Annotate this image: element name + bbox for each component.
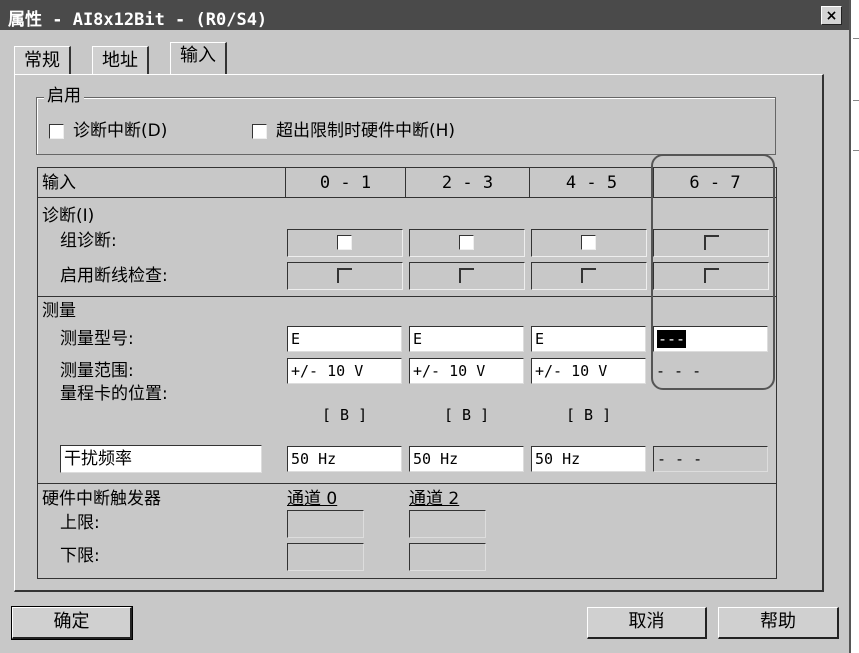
diag-interrupt-checkbox[interactable] [49, 124, 64, 139]
diagnostics-title: 诊断(I) [42, 206, 95, 226]
selected-text: --- [657, 330, 687, 348]
trigger-channel-2-label: 通道 2 [409, 489, 460, 509]
wire-break-label: 启用断线检查: [60, 266, 168, 286]
measurement-type-field-2-3[interactable]: E [409, 326, 524, 352]
interference-frequency-label-box: 干扰频率 [60, 445, 262, 473]
table-header-input: 输入 [38, 168, 286, 198]
lower-limit-label: 下限: [60, 546, 100, 566]
edge-mark [853, 100, 859, 101]
upper-limit-field-ch0 [287, 510, 364, 538]
wire-break-checkbox-4-5 [581, 268, 596, 283]
group-diag-checkbox-0-1[interactable] [337, 235, 352, 250]
measurement-type-label: 测量型号: [60, 329, 134, 349]
measurement-range-field-0-1[interactable]: +/- 10 V [287, 358, 402, 384]
help-button[interactable]: 帮助 [718, 607, 839, 639]
properties-dialog: 属性 - AI8x12Bit - (R0/S4) × 常规 地址 输入 启用 诊… [0, 0, 851, 653]
frequency-field-0-1[interactable]: 50 Hz [287, 446, 402, 472]
measurement-range-field-2-3[interactable]: +/- 10 V [409, 358, 524, 384]
tab-general[interactable]: 常规 [14, 46, 71, 74]
title-bar[interactable]: 属性 - AI8x12Bit - (R0/S4) × [0, 0, 849, 30]
window-title: 属性 - AI8x12Bit - (R0/S4) [8, 10, 268, 30]
wire-break-checkbox-2-3 [459, 268, 474, 283]
range-card-position-label: 量程卡的位置: [60, 384, 168, 404]
close-button[interactable]: × [821, 6, 842, 25]
trigger-channel-0-label: 通道 0 [287, 489, 338, 509]
divider [38, 296, 776, 297]
group-diag-label: 组诊断: [60, 231, 117, 251]
upper-limit-field-ch2 [409, 510, 486, 538]
tab-address[interactable]: 地址 [92, 46, 149, 74]
channel-header-0-1: 0 - 1 [286, 168, 406, 198]
limit-interrupt-checkbox[interactable] [252, 124, 267, 139]
wire-break-checkbox-6-7 [704, 268, 719, 283]
card-position-2-3: [ B ] [444, 406, 490, 424]
lower-limit-field-ch0 [287, 543, 364, 571]
channel-header-4-5: 4 - 5 [530, 168, 654, 198]
ok-button[interactable]: 确定 [11, 606, 133, 640]
upper-limit-label: 上限: [60, 513, 100, 533]
limit-interrupt-label: 超出限制时硬件中断(H) [276, 121, 456, 141]
divider [38, 483, 776, 484]
background-window-edge [851, 0, 859, 653]
hw-trigger-title: 硬件中断触发器 [42, 489, 161, 509]
frequency-field-4-5[interactable]: 50 Hz [531, 446, 646, 472]
measurement-type-field-4-5[interactable]: E [531, 326, 646, 352]
channel-header-2-3: 2 - 3 [406, 168, 530, 198]
measurement-type-field-0-1[interactable]: E [287, 326, 402, 352]
enable-legend: 启用 [44, 86, 84, 106]
frequency-field-6-7: - - - [653, 446, 768, 472]
group-diag-checkbox-2-3[interactable] [459, 235, 474, 250]
card-position-0-1: [ B ] [322, 406, 368, 424]
measurement-title: 测量 [42, 301, 76, 321]
card-position-4-5: [ B ] [566, 406, 612, 424]
channel-header-6-7: 6 - 7 [654, 168, 776, 198]
measurement-range-label: 测量范围: [60, 361, 134, 381]
diag-interrupt-label: 诊断中断(D) [73, 121, 168, 141]
cancel-button[interactable]: 取消 [587, 607, 707, 639]
edge-mark [853, 150, 859, 151]
edge-mark [853, 38, 859, 39]
tab-input[interactable]: 输入 [170, 42, 227, 74]
wire-break-checkbox-0-1 [337, 268, 352, 283]
group-diag-checkbox-4-5[interactable] [581, 235, 596, 250]
frequency-field-2-3[interactable]: 50 Hz [409, 446, 524, 472]
measurement-range-value-6-7: - - - [656, 362, 702, 380]
group-diag-checkbox-6-7 [704, 235, 719, 250]
lower-limit-field-ch2 [409, 543, 486, 571]
measurement-range-field-4-5[interactable]: +/- 10 V [531, 358, 646, 384]
measurement-type-field-6-7[interactable]: --- [653, 326, 768, 352]
